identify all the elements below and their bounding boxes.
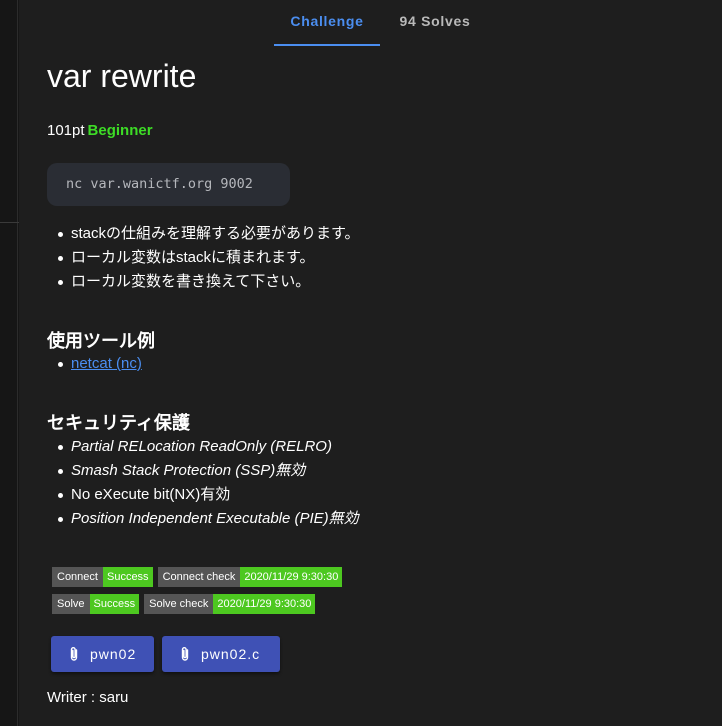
divider	[0, 222, 19, 223]
solve-status-badge: Solve Success	[52, 594, 140, 614]
list-item: ローカル変数はstackに積まれます。	[47, 246, 360, 270]
badge-label: Solve check	[144, 594, 214, 614]
connect-status-badge: Connect Success	[52, 567, 153, 587]
badge-value: Success	[89, 594, 140, 614]
tab-solves[interactable]: 94 Solves	[380, 0, 490, 44]
badge-value: Success	[102, 567, 153, 587]
badge-label: Solve	[52, 594, 90, 614]
badge-label: Connect	[52, 567, 103, 587]
badge-value: 2020/11/29 9:30:30	[213, 594, 316, 614]
badge-value: 2020/11/29 9:30:30	[240, 567, 343, 587]
list-item: Position Independent Executable (PIE)無効	[47, 507, 359, 531]
list-item: Partial RELocation ReadOnly (RELRO)	[47, 435, 359, 459]
badge-label: Connect check	[157, 567, 241, 587]
notes-list: stackの仕組みを理解する必要があります。 ローカル変数はstackに積まれま…	[47, 222, 360, 294]
writer-credit: Writer : saru	[47, 689, 129, 706]
connect-check-badge: Connect check 2020/11/29 9:30:30	[157, 567, 343, 587]
list-item: Smash Stack Protection (SSP)無効	[47, 459, 359, 483]
solve-badges: Solve Success Solve check 2020/11/29 9:30:…	[52, 594, 320, 614]
list-item: No eXecute bit(NX)有効	[47, 483, 359, 507]
paperclip-icon	[70, 647, 78, 661]
list-item: netcat (nc)	[47, 352, 142, 376]
tab-challenge[interactable]: Challenge	[274, 0, 380, 46]
download-pwn02c-button[interactable]: pwn02.c	[162, 636, 280, 672]
left-edge	[0, 0, 19, 726]
challenge-panel: Challenge 94 Solves var rewrite 101pt Beg…	[0, 0, 722, 726]
tab-bar: Challenge 94 Solves	[19, 0, 722, 46]
score-line: 101pt Beginner	[47, 122, 153, 139]
connect-badges: Connect Success Connect check 2020/11/29 9…	[52, 567, 347, 587]
file-label: pwn02.c	[201, 646, 261, 662]
tools-heading: 使用ツール例	[47, 331, 155, 351]
divider	[17, 0, 18, 726]
tools-list: netcat (nc)	[47, 352, 142, 376]
list-item: stackの仕組みを理解する必要があります。	[47, 222, 360, 246]
netcat-link[interactable]: netcat (nc)	[71, 355, 142, 372]
points: 101pt	[47, 122, 85, 139]
challenge-title: var rewrite	[47, 58, 197, 94]
solve-check-badge: Solve check 2020/11/29 9:30:30	[144, 594, 316, 614]
file-label: pwn02	[90, 646, 137, 662]
security-heading: セキュリティ保護	[47, 413, 190, 433]
paperclip-icon	[181, 647, 189, 661]
list-item: ローカル変数を書き換えて下さい。	[47, 270, 360, 294]
download-pwn02-button[interactable]: pwn02	[51, 636, 154, 672]
connection-command: nc var.wanictf.org 9002	[47, 163, 290, 206]
security-list: Partial RELocation ReadOnly (RELRO) Smas…	[47, 435, 359, 531]
difficulty-label: Beginner	[87, 122, 153, 139]
